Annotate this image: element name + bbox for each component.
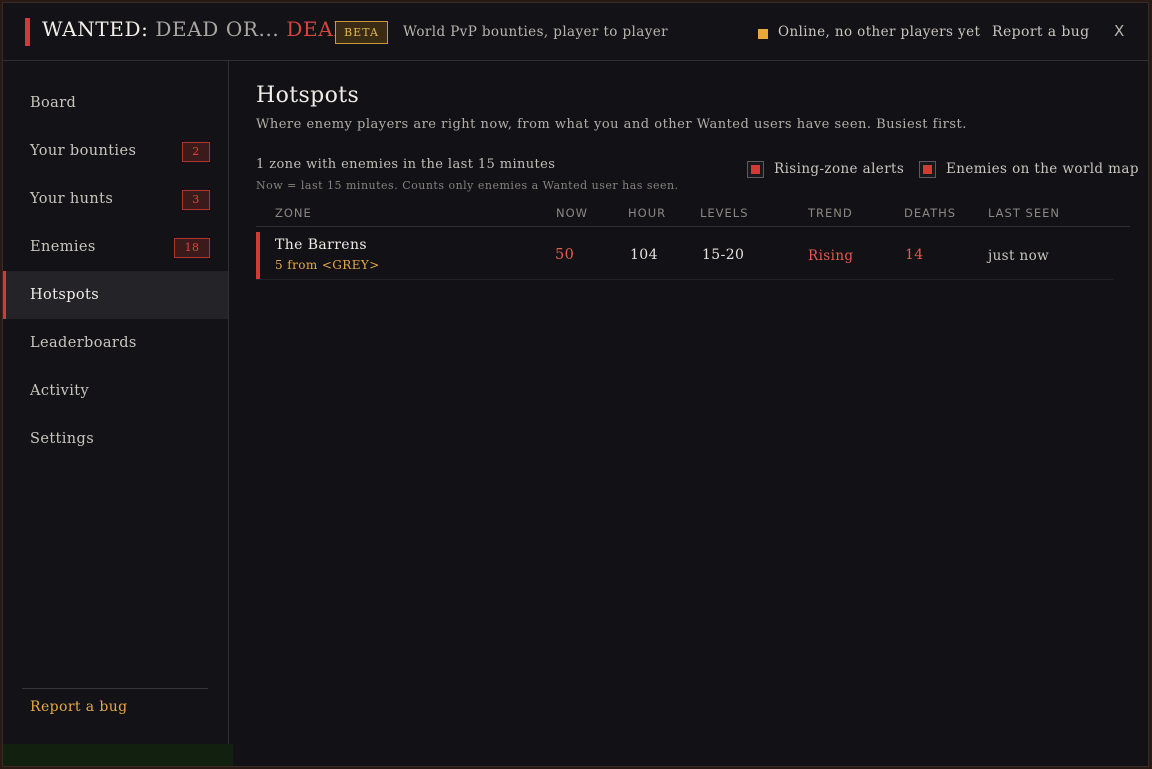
status-text: Online, no other players yet	[778, 24, 981, 40]
column-header-trend[interactable]: TREND	[808, 206, 853, 220]
sidebar-item-activity[interactable]: Activity	[3, 367, 228, 415]
page-subtitle: Where enemy players are right now, from …	[256, 117, 967, 132]
sidebar-item-label: Leaderboards	[30, 335, 137, 351]
app-title: WANTED: DEAD OR... DEAD	[42, 17, 350, 41]
sidebar-item-hotspots[interactable]: Hotspots	[3, 271, 228, 319]
count-badge: 18	[174, 238, 210, 258]
level-range: 15-20	[702, 247, 745, 263]
last-seen-value: just now	[988, 248, 1050, 264]
close-button[interactable]: X	[1114, 22, 1124, 40]
sidebar-item-label: Hotspots	[30, 287, 100, 303]
column-header-deaths[interactable]: DEATHS	[904, 206, 956, 220]
zone-source: 5 from <GREY>	[275, 258, 380, 272]
toggle-label: Rising-zone alerts	[774, 161, 905, 177]
toggle-label: Enemies on the world map	[946, 161, 1139, 177]
app-title-wanted: WANTED:	[42, 17, 149, 41]
table-row[interactable]: The Barrens 5 from <GREY> 50 104 15-20 R…	[256, 231, 1113, 280]
sidebar-divider	[22, 688, 208, 689]
zone-count-note: Now = last 15 minutes. Counts only enemi…	[256, 179, 679, 192]
sidebar: Board Your bounties 2 Your hunts 3 Enemi…	[3, 61, 233, 766]
rising-zone-alerts-toggle[interactable]: Rising-zone alerts	[747, 160, 904, 178]
count-badge: 2	[182, 142, 210, 162]
sidebar-item-settings[interactable]: Settings	[3, 415, 228, 463]
page-title: Hotspots	[256, 83, 360, 108]
title-accent-bar	[25, 18, 30, 46]
table-header: ZONE NOW HOUR LEVELS TREND DEATHS LAST S…	[256, 203, 1130, 227]
sidebar-item-your-hunts[interactable]: Your hunts 3	[3, 175, 228, 223]
report-bug-link[interactable]: Report a bug	[992, 24, 1090, 40]
sidebar-item-leaderboards[interactable]: Leaderboards	[3, 319, 228, 367]
zone-count-summary: 1 zone with enemies in the last 15 minut…	[256, 157, 556, 172]
app-window: WANTED: DEAD OR... DEAD BETA World PvP b…	[2, 2, 1149, 767]
header: WANTED: DEAD OR... DEAD BETA World PvP b…	[3, 3, 1148, 61]
count-badge: 3	[182, 190, 210, 210]
sidebar-item-board[interactable]: Board	[3, 79, 228, 127]
sidebar-report-bug-link[interactable]: Report a bug	[30, 699, 128, 715]
status-indicator-icon	[758, 29, 768, 39]
now-count: 50	[555, 247, 575, 263]
column-header-zone[interactable]: ZONE	[275, 206, 312, 220]
deaths-count: 14	[905, 247, 924, 263]
sidebar-item-enemies[interactable]: Enemies 18	[3, 223, 228, 271]
trend-value: Rising	[808, 248, 854, 264]
hour-count: 104	[630, 247, 658, 263]
sidebar-item-your-bounties[interactable]: Your bounties 2	[3, 127, 228, 175]
sidebar-item-label: Settings	[30, 431, 95, 447]
checkbox-checked-icon[interactable]	[919, 160, 936, 178]
tagline: World PvP bounties, player to player	[403, 24, 668, 40]
sidebar-item-label: Enemies	[30, 239, 96, 255]
column-header-last-seen[interactable]: LAST SEEN	[988, 206, 1060, 220]
column-header-hour[interactable]: HOUR	[628, 206, 666, 220]
main-content: Hotspots Where enemy players are right n…	[230, 61, 1148, 766]
sidebar-footer-bar	[3, 744, 233, 766]
world-map-enemies-toggle[interactable]: Enemies on the world map	[919, 160, 1139, 178]
sidebar-item-label: Activity	[30, 383, 90, 399]
checkbox-checked-icon[interactable]	[747, 160, 764, 178]
sidebar-item-label: Your bounties	[30, 143, 137, 159]
column-header-levels[interactable]: LEVELS	[700, 206, 749, 220]
row-accent-bar	[256, 232, 260, 279]
beta-badge: BETA	[335, 21, 388, 44]
sidebar-item-label: Board	[30, 95, 77, 111]
app-title-dead-or: DEAD OR...	[155, 17, 280, 41]
column-header-now[interactable]: NOW	[556, 206, 588, 220]
zone-name: The Barrens	[275, 237, 367, 253]
sidebar-item-label: Your hunts	[30, 191, 114, 207]
